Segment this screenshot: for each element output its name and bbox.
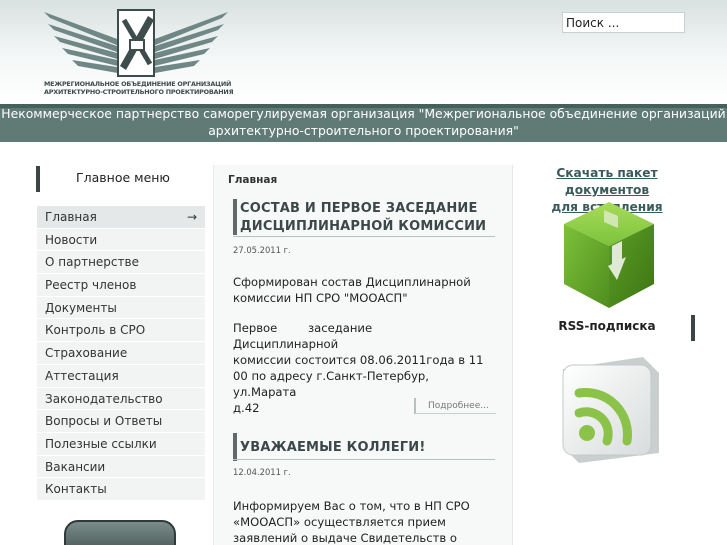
menu-item-home[interactable]: Главная → [37,206,205,229]
paragraph-line: комиссии НП СРО "МООАСП" [233,291,408,305]
menu-item-contacts[interactable]: Контакты [37,478,205,501]
article-title[interactable]: УВАЖАЕМЫЕ КОЛЛЕГИ! [240,439,426,457]
rss-title: RSS-подписка [558,319,656,333]
rss-title-marker [691,315,695,341]
menu-item-label: Законодательство [45,391,163,406]
logo-caption-line2: АРХИТЕКТУРНО-СТРОИТЕЛЬНОГО ПРОЕКТИРОВАНИ… [44,88,234,96]
article-divider [233,459,495,460]
menu-item-label: Вакансии [45,459,106,474]
arrow-right-icon: → [186,210,197,224]
menu-item-documents[interactable]: Документы [37,296,205,320]
menu-item-label: Страхование [45,346,128,361]
article-title-line1: УВАЖАЕМЫЕ КОЛЛЕГИ! [240,440,426,455]
article-title-line1: СОСТАВ И ПЕРВОЕ ЗАСЕДАНИЕ [240,201,478,216]
menu-item-label: О партнерстве [45,255,139,270]
menu-item-label: Контроль в СРО [45,323,146,338]
read-more-link[interactable]: Подробнее... [414,398,496,414]
paragraph-line: Сформирован состав Дисциплинарной [233,275,471,289]
menu-item-label: Документы [45,300,117,315]
main-menu: Главная → Новости О партнерстве Реестр ч… [37,206,205,501]
menu-title: Главное меню [76,170,170,185]
menu-item-label: Новости [45,232,98,247]
logo-caption: МЕЖРЕГИОНАЛЬНОЕ ОБЪЕДИНЕНИЕ ОРГАНИЗАЦИЙ … [44,80,234,96]
paragraph-line: Первое заседание Дисциплинарной [233,321,373,351]
menu-item-label: Вопросы и Ответы [45,414,163,429]
menu-item-registry[interactable]: Реестр членов [37,274,205,297]
menu-item-control[interactable]: Контроль в СРО [37,319,205,343]
article-title[interactable]: СОСТАВ И ПЕРВОЕ ЗАСЕДАНИЕ ДИСЦИПЛИНАРНОЙ… [240,200,486,236]
article-title-marker [233,433,237,461]
menu-item-links[interactable]: Полезные ссылки [37,432,205,456]
menu-item-label: Полезные ссылки [45,436,157,451]
rss-icon[interactable] [555,355,665,465]
search-input[interactable] [562,12,685,33]
menu-item-insurance[interactable]: Страхование [37,342,205,365]
menu-item-about[interactable]: О партнерстве [37,251,205,275]
paragraph-line: заявлений о выдаче Свидетельств о [233,531,457,545]
paragraph-line: комиссии состоится 08.06.2011года в 11 [233,353,484,367]
sidebar-banner-button[interactable] [64,520,176,545]
menu-item-attestation[interactable]: Аттестация [37,364,205,388]
paragraph-line: 00 по адресу г.Санкт-Петербур, ул.Марата [233,369,429,399]
menu-item-legislation[interactable]: Законодательство [37,387,205,411]
menu-item-news[interactable]: Новости [37,228,205,252]
menu-item-label: Реестр членов [45,278,137,293]
article-divider [233,236,495,237]
paragraph-line: Информируем Вас о том, что в НП СРО [233,499,470,513]
breadcrumb: Главная [228,174,278,186]
menu-item-label: Контакты [45,482,107,497]
article-paragraph: Информируем Вас о том, что в НП СРО «МОО… [233,498,497,545]
article-date: 12.04.2011 г. [233,467,291,477]
download-link-line1: Скачать пакет документов [556,166,658,197]
banner-line2: архитектурно-строительного проектировани… [208,123,519,138]
download-box-icon[interactable] [560,200,658,312]
article-date: 27.05.2011 г. [233,245,291,255]
paragraph-line: «МООАСП» осуществляется прием [233,515,446,529]
logo-caption-line1: МЕЖРЕГИОНАЛЬНОЕ ОБЪЕДИНЕНИЕ ОРГАНИЗАЦИЙ [44,80,232,88]
article-title-line2: ДИСЦИПЛИНАРНОЙ КОМИССИИ [240,219,487,234]
banner-line1: Некоммерческое партнерство саморегулируе… [1,106,726,121]
menu-title-marker [36,166,40,192]
menu-item-label: Аттестация [45,368,119,383]
article-title-marker [233,199,237,235]
article-paragraph: Сформирован состав Дисциплинарной комисс… [233,274,497,306]
menu-item-label: Главная [45,210,97,224]
menu-item-vacancies[interactable]: Вакансии [37,455,205,479]
menu-item-faq[interactable]: Вопросы и Ответы [37,410,205,433]
banner-text: Некоммерческое партнерство саморегулируе… [0,105,727,139]
